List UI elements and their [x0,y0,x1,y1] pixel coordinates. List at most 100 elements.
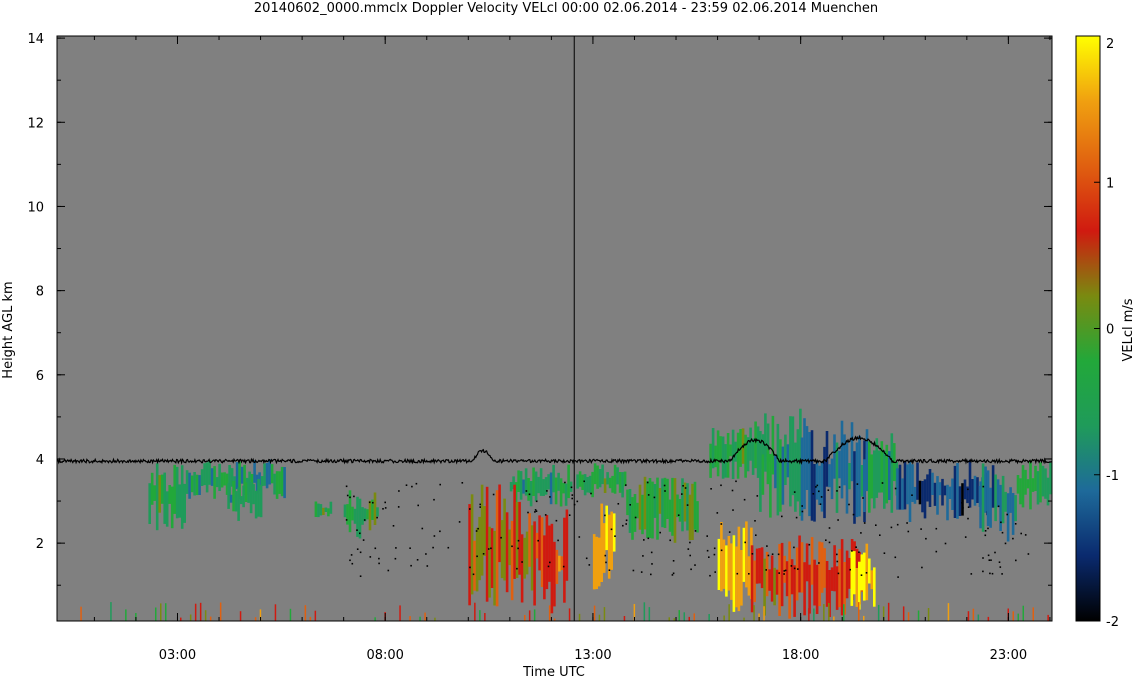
echo-streak [656,477,659,540]
echo-streak [793,565,796,617]
clutter-streak [524,615,526,621]
echo-streak [742,527,746,582]
clutter-streak [110,602,112,621]
boundary-dot [677,514,680,516]
boundary-dot [426,565,429,567]
echo-streak [984,466,987,512]
echo-streak [555,549,559,584]
boundary-dot [547,565,550,568]
echo-streak [509,482,513,492]
echo-streak [525,531,529,575]
echo-streak [150,472,154,505]
echo-streak [613,464,617,494]
echo-streak [237,487,240,521]
echo-streak [926,474,929,502]
echo-streak [868,441,871,513]
echo-streak [769,454,772,518]
echo-streak [755,548,759,584]
echo-streak [803,418,806,510]
boundary-dot [625,484,627,486]
echo-streak [770,555,774,602]
echo-streak [764,413,767,472]
echo-streak [810,430,814,521]
echo-streak [731,429,735,479]
echo-streak [890,433,894,513]
clutter-streak [155,607,157,621]
echo-streak [1039,462,1042,503]
echo-streak [522,479,525,494]
echo-streak [973,475,977,506]
echo-streak [774,454,777,489]
echo-streak [314,501,318,517]
boundary-dot [629,504,631,506]
boundary-dot [1020,532,1022,535]
echo-streak [175,466,179,519]
boundary-dot [479,506,481,508]
echo-streak [538,515,541,571]
echo-streak [508,529,511,566]
echo-streak [820,542,824,593]
boundary-dot [583,480,585,483]
boundary-dot [535,500,538,503]
clutter-streak [843,604,845,621]
echo-streak [726,433,730,478]
boundary-dot [608,569,611,571]
echo-streak [788,541,791,619]
boundary-dot [694,564,696,566]
boundary-dot [349,559,351,562]
boundary-dot [568,514,571,516]
colorbar-label: VELcl m/s [1121,298,1135,361]
boundary-dot [967,506,970,508]
y-tick-label: 4 [36,453,44,468]
echo-streak [693,481,697,530]
boundary-dot [801,510,804,513]
boundary-dot [875,524,877,526]
echo-streak [322,507,325,515]
boundary-dot [570,486,573,489]
y-tick-label: 2 [36,537,44,552]
echo-streak [280,466,284,497]
echo-streak [1009,487,1012,513]
colorbar-tick-label: 2 [1106,37,1114,52]
boundary-dot [825,539,827,541]
clutter-streak [209,616,212,621]
boundary-dot [967,488,969,491]
clutter-streak [419,616,421,621]
echo-streak [498,484,501,563]
boundary-dot [907,530,910,533]
echo-streak [798,535,801,593]
boundary-dot [1015,559,1017,562]
echo-streak [535,532,539,559]
echo-streak [633,494,637,532]
boundary-dot [511,545,513,548]
clutter-streak [877,604,880,621]
boundary-dot [351,562,354,565]
echo-streak [747,556,751,596]
clutter-streak [833,616,835,621]
boundary-dot [610,528,613,531]
echo-streak [1049,462,1052,495]
echo-streak [896,468,899,510]
boundary-dot [525,490,528,492]
boundary-dot [461,482,464,484]
boundary-dot [998,561,1001,563]
boundary-dot [546,490,548,492]
echo-streak [205,462,209,493]
boundary-dot [925,537,927,540]
echo-streak [540,517,544,587]
boundary-dot [350,554,353,556]
echo-streak [1036,471,1040,505]
clutter-streak [289,608,292,621]
clutter-streak [548,605,551,621]
echo-streak [765,551,769,597]
clutter-streak [309,616,312,621]
boundary-dot [1012,537,1014,540]
echo-streak [795,547,799,601]
boundary-dot [469,566,471,569]
echo-streak [714,445,717,468]
boundary-dot [991,572,994,575]
echo-streak [188,472,191,499]
boundary-dot [767,554,770,557]
echo-streak [163,472,166,524]
echo-streak [863,459,866,512]
